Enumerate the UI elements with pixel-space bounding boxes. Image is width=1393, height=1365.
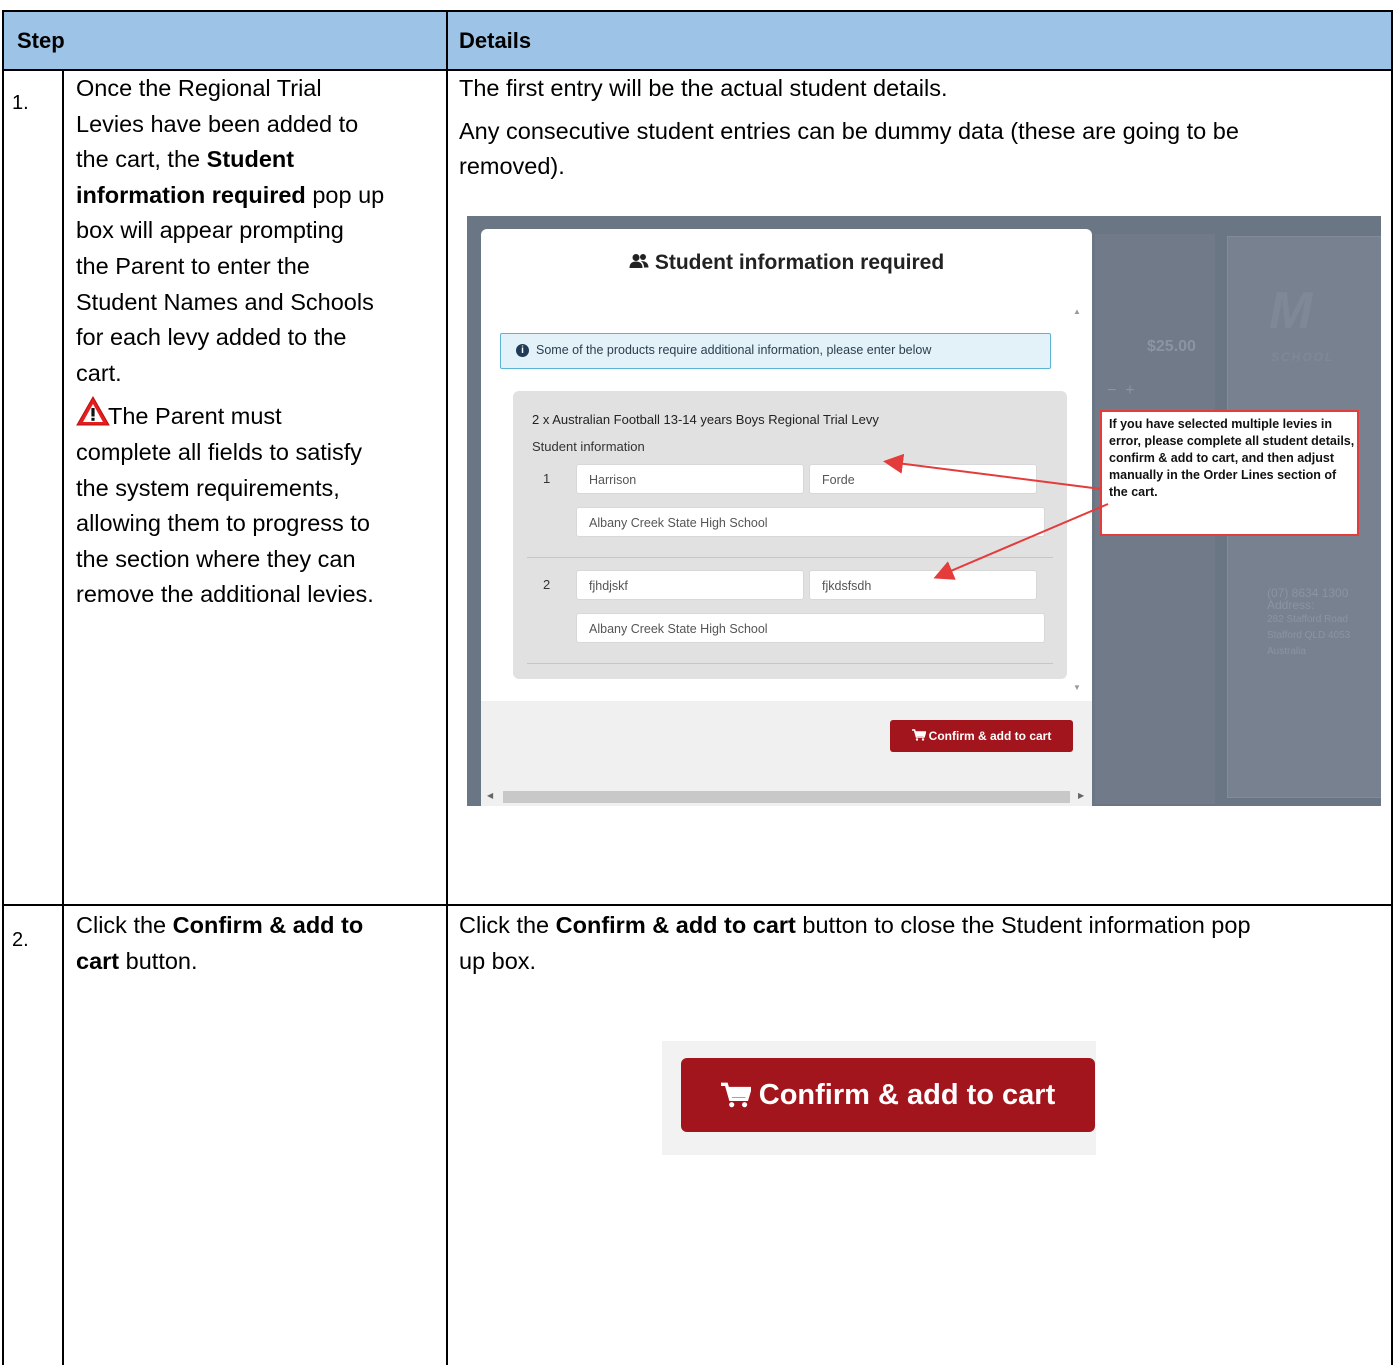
header-details: Details	[459, 28, 532, 53]
warning-icon	[76, 396, 110, 426]
confirm-button-screenshot: Confirm & add to cart	[662, 1041, 1096, 1155]
arrow-to-last-name-2	[933, 503, 1109, 580]
details-1-line-1: The first entry will be the actual stude…	[459, 75, 948, 101]
header-step: Step	[17, 28, 65, 53]
annotation-arrows	[883, 453, 1109, 580]
row-number-2: 2.	[12, 929, 29, 951]
details-1-line-3: removed).	[459, 153, 565, 180]
row-number-1: 1.	[12, 92, 29, 114]
details-1-text: The first entry will be the actual stude…	[459, 71, 1379, 185]
cart-icon	[720, 1082, 751, 1108]
arrow-to-last-name-1	[883, 453, 1102, 490]
step-1-text: Once the Regional Trial Levies have been…	[76, 75, 385, 608]
table-header-row	[3, 12, 1392, 69]
table-col-divider-details	[446, 10, 448, 1365]
table-col-divider-number	[62, 70, 64, 1365]
step-2-text: Click the Confirm & add to cart button.	[76, 912, 364, 974]
student-info-screenshot: $25.00 − + M SCHOOL (07) 8634 1300 Addre…	[467, 216, 1381, 806]
table-border-left	[2, 10, 4, 1365]
details-2-text: Click the Confirm & add to cart button t…	[459, 912, 1251, 974]
confirm-add-to-cart-large-button[interactable]: Confirm & add to cart	[681, 1058, 1095, 1132]
table-border-top	[2, 10, 1393, 12]
table-row-divider	[2, 904, 1393, 906]
details-1-line-2: Any consecutive student entries can be d…	[459, 117, 1239, 144]
